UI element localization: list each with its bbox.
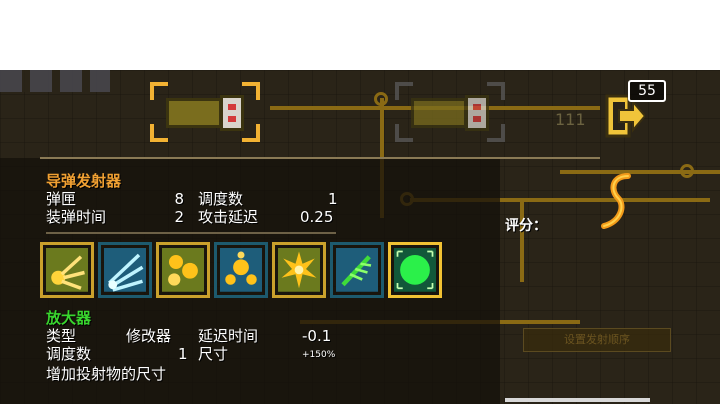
stat-value-reload: 2 <box>174 208 184 226</box>
stat-label-magazine: 弹匣 <box>46 190 77 208</box>
equipment-slot-1[interactable] <box>150 82 260 142</box>
slot-bracket <box>242 82 260 100</box>
ammo-count-badge: 55 <box>628 80 666 102</box>
enlarge-orb-icon <box>394 248 436 292</box>
modifier-delay-value: -0.1 <box>302 327 332 345</box>
weapon-name: 导弹发射器 <box>46 172 122 190</box>
equipment-slot-2[interactable] <box>395 82 505 142</box>
stat-label-attack-delay: 攻击延迟 <box>198 208 259 226</box>
battery-cap-icon <box>465 95 489 131</box>
circuit-trace <box>520 202 524 282</box>
cluster-orbs-icon <box>220 248 262 292</box>
leaf-needle-chip[interactable] <box>330 242 384 298</box>
battery-icon <box>411 98 467 128</box>
battery-cap-icon <box>220 95 244 131</box>
game-screen: 111 55 导弹发射器 弹匣 8 调度数 1 装弹时间 2 攻击延迟 0.25… <box>0 70 720 404</box>
leaf-needle-icon <box>336 248 378 292</box>
cluster-orbs-chip[interactable] <box>214 242 268 298</box>
circuit-node <box>374 92 388 106</box>
stat-label-reload: 装弹时间 <box>46 208 107 226</box>
spread-burst-chip[interactable] <box>40 242 94 298</box>
weapon-stats-divider <box>46 232 336 234</box>
circuit-trace <box>560 170 720 174</box>
triple-orbs-chip[interactable] <box>156 242 210 298</box>
stat-label-dispatch: 调度数 <box>198 190 244 208</box>
triple-orbs-icon <box>162 248 204 292</box>
slot-bracket <box>242 124 260 142</box>
modifier-size-value: +150% <box>302 350 336 360</box>
score-label: 评分： <box>505 218 547 234</box>
fire-order-button[interactable]: 设置发射顺序 <box>523 328 671 352</box>
modifier-size-label: 尺寸 <box>198 345 229 363</box>
ice-shards-chip[interactable] <box>98 242 152 298</box>
panel-separator <box>40 157 600 159</box>
modifier-dispatch-value: 1 <box>178 345 188 363</box>
stat-value-dispatch: 1 <box>328 190 338 208</box>
modifier-name: 放大器 <box>46 309 92 327</box>
bottom-bar <box>505 398 650 402</box>
score-grade-icon <box>601 173 631 229</box>
spread-burst-icon <box>46 248 88 292</box>
battery-icon <box>166 98 222 128</box>
modifier-delay-label: 延迟时间 <box>198 327 259 345</box>
stat-value-attack-delay: 0.25 <box>300 208 334 226</box>
modifier-type-label: 类型 <box>46 327 77 345</box>
wall-spike-decoration <box>0 70 110 92</box>
circuit-node <box>680 164 694 178</box>
slot-bracket <box>487 82 505 100</box>
chip-row <box>40 242 442 298</box>
slot-bracket <box>487 124 505 142</box>
modifier-description: 增加投射物的尺寸 <box>46 365 167 383</box>
modifier-type-value: 修改器 <box>126 327 172 345</box>
explosion-icon <box>278 248 320 292</box>
shield-count: 111 <box>555 110 586 129</box>
enlarge-orb-chip[interactable] <box>388 242 442 298</box>
stat-value-magazine: 8 <box>174 190 184 208</box>
ice-shards-icon <box>104 248 146 292</box>
explosion-chip[interactable] <box>272 242 326 298</box>
modifier-dispatch-label: 调度数 <box>46 345 92 363</box>
